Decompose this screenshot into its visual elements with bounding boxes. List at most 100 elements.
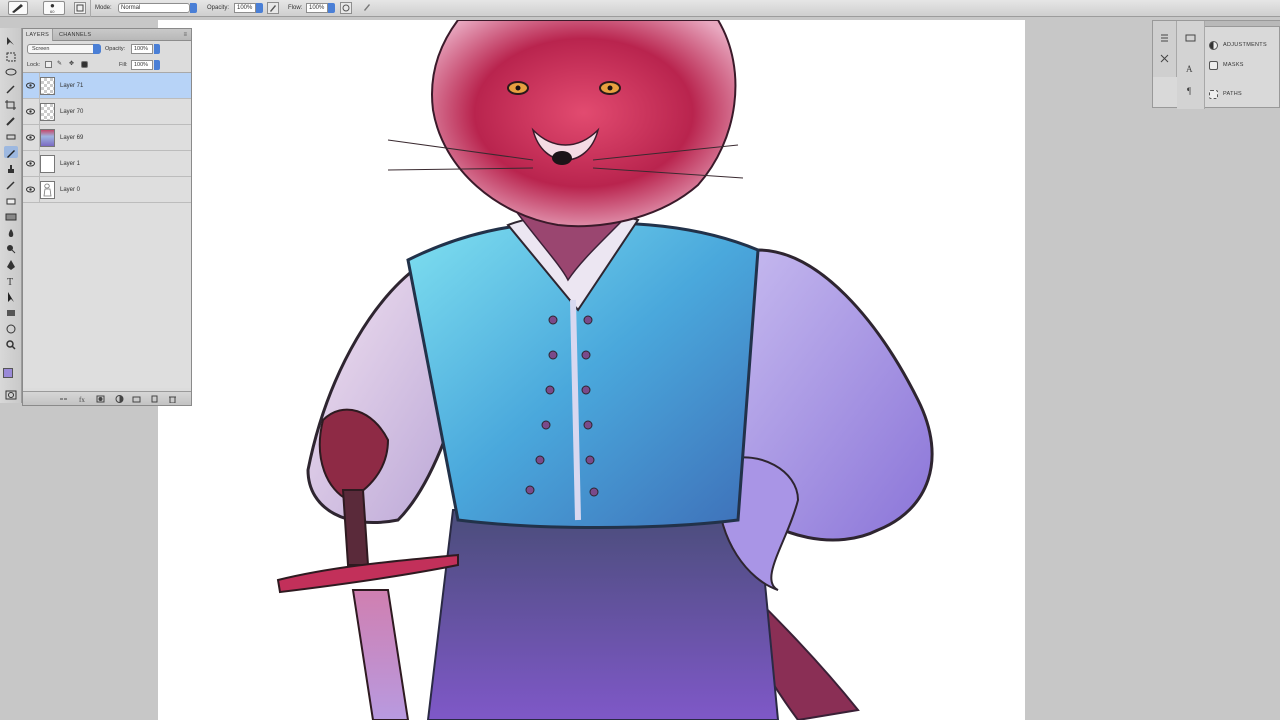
eye-icon[interactable] — [26, 108, 35, 115]
flow-dropdown-arrow[interactable] — [328, 3, 335, 13]
mode-label: Mode: — [95, 5, 112, 11]
link-layers-icon[interactable] — [59, 395, 68, 403]
layer-name: Layer 0 — [60, 187, 81, 193]
layer-row[interactable]: Layer 69 — [23, 125, 191, 151]
eye-icon[interactable] — [26, 186, 35, 193]
tab-channels[interactable]: CHANNELS — [56, 29, 94, 41]
crop-icon — [5, 100, 16, 110]
new-layer-icon[interactable] — [150, 395, 159, 403]
move-tool[interactable] — [4, 34, 18, 46]
rectangle-icon — [7, 310, 15, 316]
flow-field[interactable]: 100% — [306, 3, 328, 13]
lock-label: Lock: — [27, 62, 41, 68]
pen-icon — [7, 260, 15, 270]
layer-thumbnail — [40, 103, 55, 121]
layer-style-icon[interactable]: fx — [79, 395, 88, 403]
3d-rotate-tool[interactable] — [4, 322, 18, 334]
magnifier-icon — [6, 340, 16, 350]
marquee-tool[interactable] — [4, 50, 18, 62]
blur-tool[interactable] — [4, 226, 18, 238]
layer-row[interactable]: Layer 71 — [23, 73, 191, 99]
layer-name: Layer 70 — [60, 109, 84, 115]
blur-drop-icon — [8, 229, 14, 237]
panel-menu-icon[interactable]: ≡ — [183, 32, 187, 38]
lasso-tool[interactable] — [4, 66, 18, 78]
eyedropper-tool[interactable] — [4, 114, 18, 126]
path-selection-tool[interactable] — [4, 290, 18, 302]
adjustments-icon — [1209, 41, 1218, 50]
foreground-color-swatch[interactable] — [3, 368, 13, 378]
opacity-dropdown-arrow[interactable] — [256, 3, 263, 13]
layer-row[interactable]: Layer 70 — [23, 99, 191, 125]
layers-panel: LAYERS CHANNELS ≡ Screen Opacity: 100% L… — [22, 28, 192, 406]
wand-icon — [6, 85, 15, 94]
fill-label: Fill: — [119, 62, 128, 68]
clone-stamp-tool[interactable] — [4, 162, 18, 174]
divider — [90, 0, 91, 17]
tools-icon[interactable] — [1159, 53, 1170, 63]
pen-tool[interactable] — [4, 258, 18, 270]
brush-panel-toggle[interactable] — [74, 2, 86, 14]
tool-preset-picker[interactable] — [8, 1, 28, 15]
character-icon[interactable]: A — [1185, 63, 1196, 73]
zoom-tool[interactable] — [4, 338, 18, 350]
opacity-field[interactable]: 100% — [234, 3, 256, 13]
gradient-icon — [5, 213, 17, 221]
type-tool[interactable]: T — [4, 274, 18, 288]
crop-tool[interactable] — [4, 98, 18, 110]
lock-all-icon[interactable] — [81, 61, 88, 68]
shape-tool[interactable] — [4, 306, 18, 318]
airbrush-button[interactable] — [340, 2, 352, 14]
fill-field[interactable]: 100% — [131, 60, 153, 70]
healing-brush-tool[interactable] — [4, 130, 18, 142]
adjustment-layer-icon[interactable] — [115, 395, 124, 403]
trash-icon[interactable] — [168, 395, 177, 403]
layer-thumbnail — [40, 129, 55, 147]
fill-arrow[interactable] — [154, 60, 160, 70]
layer-opacity-arrow[interactable] — [154, 44, 160, 54]
mode-select[interactable]: Normal — [118, 3, 190, 13]
lock-position-icon[interactable]: ✥ — [69, 61, 76, 68]
eye-icon[interactable] — [26, 134, 35, 141]
tablet-pressure-opacity-button[interactable] — [267, 2, 279, 14]
brush-size-picker[interactable]: ● 60 — [43, 1, 65, 15]
marquee-icon — [6, 52, 16, 62]
lock-row: Lock: ✎ ✥ Fill: 100% — [23, 57, 191, 73]
brush-size-value: 60 — [50, 9, 55, 14]
layer-row[interactable]: Layer 0 — [23, 177, 191, 203]
brush-tool[interactable] — [4, 146, 18, 158]
lock-pixels-icon[interactable]: ✎ — [57, 61, 64, 68]
stamp-icon — [8, 165, 14, 173]
eye-icon[interactable] — [26, 160, 35, 167]
arrow-icon — [8, 292, 14, 302]
airbrush-icon — [342, 4, 350, 12]
gradient-tool[interactable] — [4, 210, 18, 222]
add-mask-icon[interactable] — [96, 395, 105, 403]
lock-transparent-icon[interactable] — [45, 61, 52, 68]
pen-pressure-size-icon — [364, 4, 370, 11]
quick-selection-tool[interactable] — [4, 82, 18, 94]
quick-mask-button[interactable] — [4, 388, 18, 400]
mode-dropdown-arrow[interactable] — [190, 3, 197, 13]
swatches-icon[interactable] — [1185, 33, 1196, 43]
blend-row: Screen Opacity: 100% — [23, 41, 191, 57]
tablet-pressure-size-button[interactable] — [362, 2, 374, 14]
tools-panel: T — [0, 28, 22, 403]
svg-text:A: A — [1186, 64, 1193, 73]
document-canvas[interactable] — [158, 20, 1025, 720]
paragraph-icon[interactable]: ¶ — [1185, 85, 1196, 95]
eye-icon[interactable] — [26, 82, 35, 89]
svg-text:T: T — [7, 277, 13, 287]
blend-mode-dropdown-arrow[interactable] — [93, 44, 101, 54]
blend-mode-select[interactable]: Screen — [27, 44, 101, 54]
layer-opacity-field[interactable]: 100% — [131, 44, 153, 54]
eraser-tool[interactable] — [4, 194, 18, 206]
history-brush-tool[interactable] — [4, 178, 18, 190]
dodge-tool[interactable] — [4, 242, 18, 254]
new-group-icon[interactable] — [132, 395, 141, 403]
history-icon[interactable] — [1159, 33, 1170, 43]
tab-layers[interactable]: LAYERS — [23, 29, 54, 41]
layer-row[interactable]: Layer 1 — [23, 151, 191, 177]
layer-name: Layer 1 — [60, 161, 81, 167]
flow-label: Flow: — [288, 5, 303, 11]
